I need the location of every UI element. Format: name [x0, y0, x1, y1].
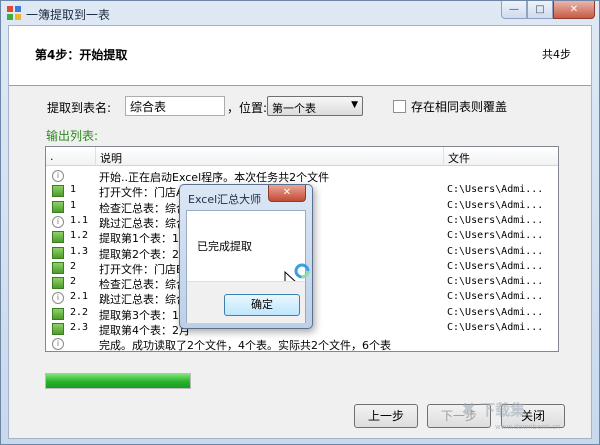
position-label: ，位置:	[227, 101, 268, 115]
row-file: C:\Users\Admi...	[447, 260, 544, 272]
row-index: 1.3	[70, 245, 89, 257]
window-controls: — □ ✕	[501, 1, 595, 19]
row-index: 1.2	[70, 230, 89, 242]
watermark-url: www.downbank.cn	[495, 423, 561, 431]
row-file: C:\Users\Admi...	[447, 322, 544, 333]
title-bar[interactable]: 一簿提取到一表 — □ ✕	[1, 1, 599, 25]
green-square-icon	[52, 231, 64, 244]
row-description: 完成。成功读取了2个文件，4个表。实际共2个文件，6个表	[99, 339, 391, 352]
row-index: 2.1	[70, 291, 89, 303]
row-index: 1	[70, 184, 77, 196]
watermark-text: 下载集	[480, 401, 526, 419]
list-row[interactable]: i 开始..正在启动Excel程序。本次任务共2个文件	[46, 168, 558, 184]
row-file: C:\Users\Admi...	[447, 230, 544, 242]
sheet-name-input[interactable]	[125, 96, 225, 116]
overwrite-option[interactable]: 存在相同表则覆盖	[393, 98, 507, 115]
close-window-button[interactable]: ✕	[553, 1, 595, 19]
dialog-body: 已完成提取 确定	[186, 210, 310, 323]
row-file: C:\Users\Admi...	[447, 276, 544, 288]
green-square-icon	[52, 185, 64, 198]
output-list-label: 输出列表:	[46, 129, 99, 143]
column-header-file[interactable]: 文件	[444, 147, 558, 166]
progress-bar	[45, 373, 191, 389]
maximize-button[interactable]: □	[527, 1, 553, 19]
dialog-message: 已完成提取	[197, 240, 252, 253]
ok-button[interactable]: 确定	[224, 294, 300, 316]
row-file: C:\Users\Admi...	[447, 214, 544, 226]
row-file: C:\Users\Admi...	[447, 184, 544, 196]
row-index: 1	[70, 199, 77, 211]
column-header-index[interactable]: .	[46, 147, 96, 166]
row-index: 1.1	[70, 214, 89, 226]
app-window: 一簿提取到一表 — □ ✕ 第4步：开始提取 共4步 提取到表名: ，位置: 第…	[0, 0, 600, 445]
step-count: 共4步	[542, 48, 571, 61]
row-index: 2.2	[70, 306, 89, 318]
green-square-icon	[52, 261, 64, 274]
dialog-footer: 确定	[187, 281, 305, 323]
green-square-icon	[52, 277, 64, 290]
row-index: 2.3	[70, 322, 89, 333]
sheet-name-label: 提取到表名:	[47, 101, 112, 115]
step-title: 第4步：开始提取	[35, 48, 128, 62]
row-index: 2	[70, 260, 77, 272]
info-icon: i	[52, 215, 64, 228]
row-index: 2	[70, 276, 77, 288]
watermark-logo-icon: ✖	[461, 399, 477, 420]
minimize-button[interactable]: —	[501, 1, 527, 19]
row-file: C:\Users\Admi...	[447, 199, 544, 211]
completion-dialog: Excel汇总大师 ✕ 已完成提取 确定	[179, 184, 313, 329]
row-file: C:\Users\Admi...	[447, 245, 544, 257]
green-square-icon	[52, 246, 64, 259]
step-header: 第4步：开始提取 共4步	[9, 26, 591, 86]
dialog-title: Excel汇总大师	[188, 193, 262, 206]
window-title: 一簿提取到一表	[26, 8, 111, 22]
column-header-description[interactable]: 说明	[96, 147, 444, 166]
overwrite-label: 存在相同表则覆盖	[411, 100, 508, 114]
list-row[interactable]: i 完成。成功读取了2个文件，4个表。实际共2个文件，6个表	[46, 336, 558, 352]
dialog-close-button[interactable]: ✕	[268, 185, 306, 202]
green-square-icon	[52, 323, 64, 335]
app-icon	[7, 6, 21, 20]
green-square-icon	[52, 200, 64, 213]
progress-fill	[46, 374, 190, 388]
info-icon: i	[52, 338, 64, 351]
overwrite-checkbox[interactable]	[393, 100, 406, 113]
info-icon: i	[52, 170, 64, 182]
list-header: . 说明 文件	[46, 147, 558, 166]
info-icon: i	[52, 292, 64, 305]
green-square-icon	[52, 307, 64, 320]
row-file: C:\Users\Admi...	[447, 306, 544, 318]
previous-step-button[interactable]: 上一步	[354, 404, 418, 428]
chevron-down-icon: ▼	[351, 100, 358, 110]
watermark: ✖ 下载集	[461, 399, 525, 420]
row-file: C:\Users\Admi...	[447, 291, 544, 303]
position-select-value: 第一个表	[272, 102, 316, 115]
position-select[interactable]: 第一个表 ▼	[267, 96, 363, 116]
